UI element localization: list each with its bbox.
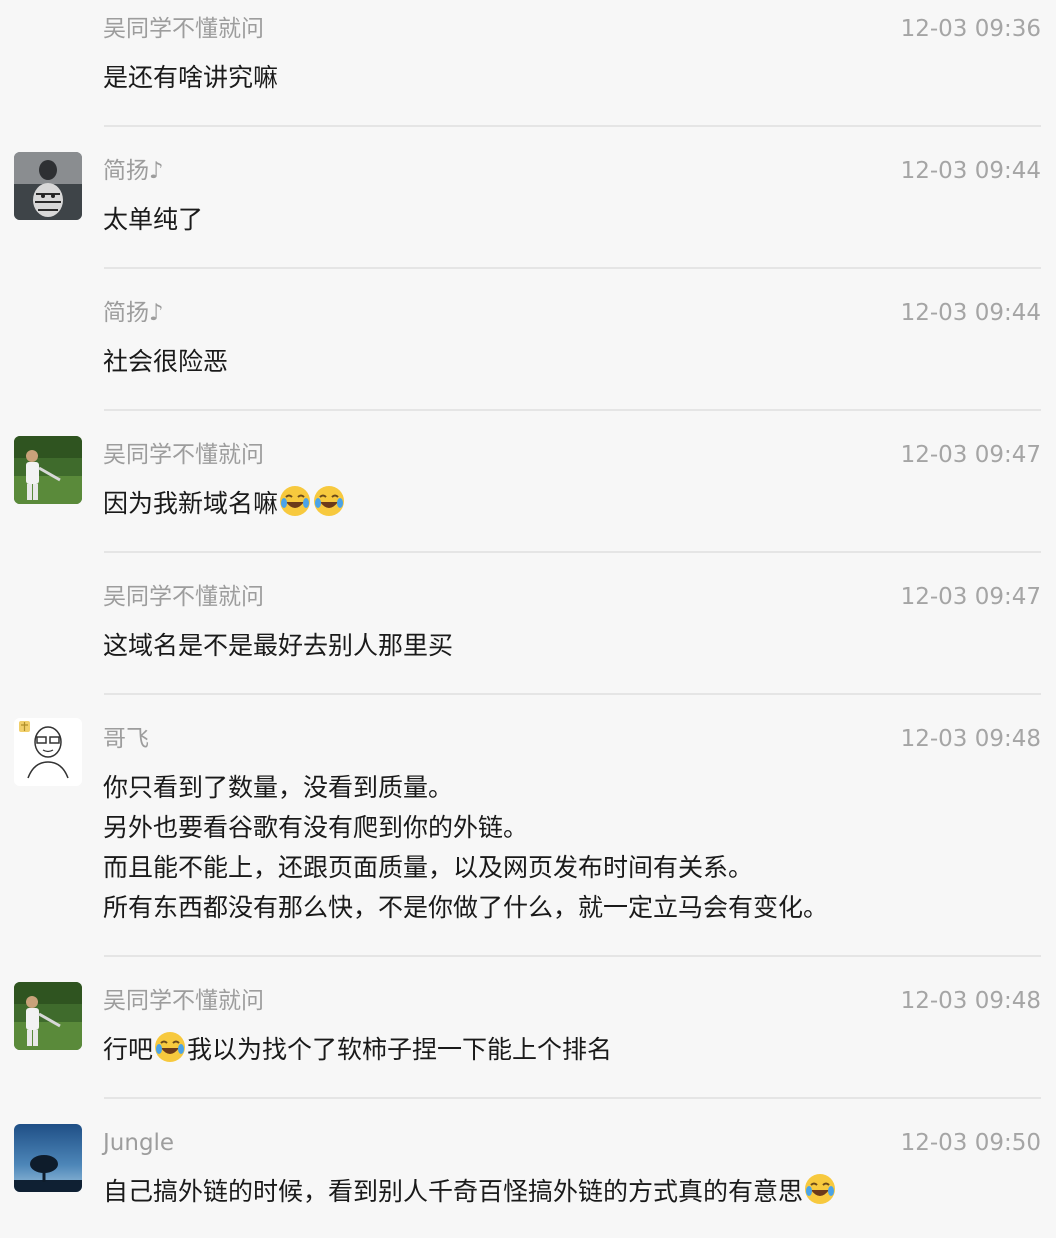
message-text: 自己搞外链的时候，看到别人千奇百怪搞外链的方式真的有意思: [103, 1172, 837, 1212]
message-divider: [104, 409, 1041, 411]
message-line: 所有东西都没有那么快，不是你做了什么，就一定立马会有变化。: [103, 893, 829, 922]
message-text: 因为我新域名嘛: [103, 484, 346, 524]
avatar[interactable]: [14, 436, 82, 504]
message-text: 你只看到了数量，没看到质量。 另外也要看谷歌有没有爬到你的外链。 而且能不能上，…: [103, 768, 828, 928]
message-item: 吴同学不懂就问 12-03 09:48 行吧 我以为找个了软柿子捏一下能上个排名: [0, 982, 1056, 1098]
face-with-tears-of-joy-icon: [803, 1172, 837, 1206]
message-text: 行吧 我以为找个了软柿子捏一下能上个排名: [103, 1030, 612, 1070]
person-in-field-avatar-icon: [14, 982, 82, 1050]
sender-name[interactable]: 哥飞: [103, 724, 149, 754]
message-line: 而且能不能上，还跟页面质量，以及网页发布时间有关系。: [103, 853, 754, 882]
sender-name[interactable]: 简扬♪: [103, 156, 164, 186]
tree-sky-avatar-icon: [14, 1124, 82, 1192]
message-time: 12-03 09:48: [900, 988, 1041, 1014]
message-divider: [104, 125, 1041, 127]
sender-name[interactable]: 简扬♪: [103, 298, 164, 328]
avatar[interactable]: [14, 982, 82, 1050]
sender-name[interactable]: 吴同学不懂就问: [103, 440, 264, 470]
face-with-tears-of-joy-icon: [153, 1030, 187, 1064]
person-in-field-avatar-icon: [14, 436, 82, 504]
sender-name[interactable]: Jungle: [103, 1128, 174, 1158]
avatar[interactable]: [14, 718, 82, 786]
message-divider: [104, 693, 1041, 695]
message-item: 简扬♪ 12-03 09:44 社会很险恶: [0, 298, 1056, 410]
avatar[interactable]: [14, 152, 82, 220]
message-time: 12-03 09:36: [900, 16, 1041, 42]
message-text: 这域名是不是最好去别人那里买: [103, 631, 454, 660]
message-text: 太单纯了: [103, 205, 204, 234]
message-item: 吴同学不懂就问 12-03 09:47 这域名是不是最好去别人那里买: [0, 582, 1056, 694]
message-item: 吴同学不懂就问 12-03 09:36 是还有啥讲究嘛: [0, 14, 1056, 126]
sender-name[interactable]: 吴同学不懂就问: [103, 582, 264, 612]
message-divider: [104, 551, 1041, 553]
cartoon-man-avatar-icon: [14, 718, 82, 786]
message-divider: [104, 955, 1041, 957]
message-time: 12-03 09:50: [900, 1130, 1041, 1156]
message-text: 是还有啥讲究嘛: [103, 63, 279, 92]
message-divider: [104, 267, 1041, 269]
sender-name[interactable]: 吴同学不懂就问: [103, 14, 264, 44]
message-time: 12-03 09:47: [900, 584, 1041, 610]
message-item: 哥飞 12-03 09:48 你只看到了数量，没看到质量。 另外也要看谷歌有没有…: [0, 718, 1056, 956]
tiger-reflection-avatar-icon: [14, 152, 82, 220]
message-item: Jungle 12-03 09:50 自己搞外链的时候，看到别人千奇百怪搞外链的…: [0, 1124, 1056, 1238]
message-divider: [104, 1097, 1041, 1099]
message-time: 12-03 09:48: [900, 726, 1041, 752]
message-line: 另外也要看谷歌有没有爬到你的外链。: [103, 813, 529, 842]
face-with-tears-of-joy-icon: [278, 484, 312, 518]
sender-name[interactable]: 吴同学不懂就问: [103, 986, 264, 1016]
message-item: 简扬♪ 12-03 09:44 太单纯了: [0, 152, 1056, 268]
chat-feed: 吴同学不懂就问 12-03 09:36 是还有啥讲究嘛 简扬♪ 12-03 09…: [0, 0, 1056, 1238]
message-time: 12-03 09:44: [900, 300, 1041, 326]
face-with-tears-of-joy-icon: [312, 484, 346, 518]
message-time: 12-03 09:44: [900, 158, 1041, 184]
avatar[interactable]: [14, 1124, 82, 1192]
message-text: 社会很险恶: [103, 347, 229, 376]
message-line: 你只看到了数量，没看到质量。: [103, 773, 454, 802]
message-time: 12-03 09:47: [900, 442, 1041, 468]
message-item: 吴同学不懂就问 12-03 09:47 因为我新域名嘛: [0, 436, 1056, 552]
